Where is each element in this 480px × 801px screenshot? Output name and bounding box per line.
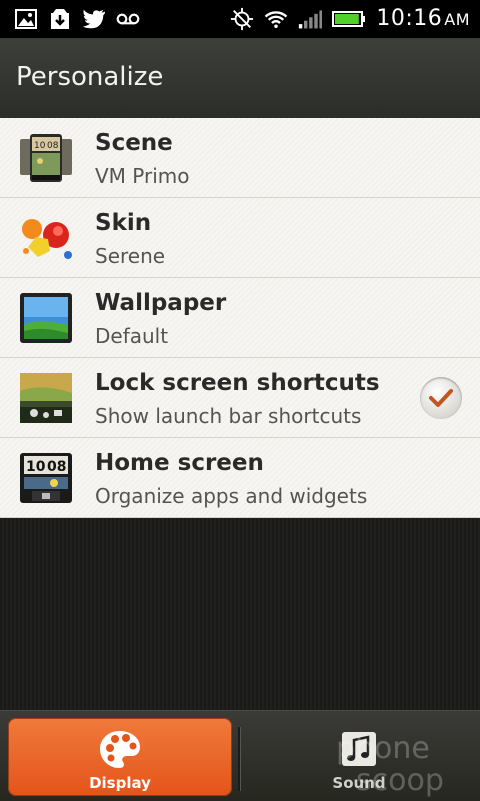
tab-label: Display <box>89 774 151 792</box>
checkbox[interactable] <box>420 377 462 419</box>
item-subtitle: Organize apps and widgets <box>95 484 368 508</box>
page-title: Personalize <box>16 62 164 92</box>
header: Personalize <box>0 38 480 119</box>
skin-icon <box>18 211 74 265</box>
empty-background <box>0 518 480 710</box>
bottom-tab-bar: Display Sound phone scoop <box>0 710 480 801</box>
settings-list: 10 08 Scene VM Primo Skin Serene Wallpap… <box>0 118 480 518</box>
wifi-icon <box>264 7 288 31</box>
tab-divider <box>238 727 241 791</box>
homescreen-icon: 10 08 <box>18 451 74 505</box>
list-item-lock-screen-shortcuts[interactable]: Lock screen shortcuts Show launch bar sh… <box>0 358 480 438</box>
list-item-home-screen[interactable]: 10 08 Home screen Organize apps and widg… <box>0 438 480 518</box>
svg-text:10: 10 <box>26 459 46 475</box>
download-icon <box>48 7 72 31</box>
list-item-scene[interactable]: 10 08 Scene VM Primo <box>0 118 480 198</box>
signal-icon <box>298 7 323 31</box>
svg-text:10: 10 <box>34 141 46 151</box>
gallery-icon <box>14 7 38 31</box>
item-title: Wallpaper <box>95 290 227 316</box>
svg-text:phone: phone <box>336 731 430 766</box>
item-title: Lock screen shortcuts <box>95 370 380 396</box>
battery-icon <box>332 7 366 31</box>
watermark-logo: phone scoop <box>336 731 444 798</box>
clock: 10:16 AM <box>376 6 470 31</box>
lockscreen-icon <box>18 371 74 425</box>
checkmark-icon <box>429 389 453 407</box>
scene-icon: 10 08 <box>18 131 74 185</box>
svg-text:08: 08 <box>47 459 66 475</box>
voicemail-icon <box>116 7 140 31</box>
list-item-skin[interactable]: Skin Serene <box>0 198 480 278</box>
item-title: Home screen <box>95 450 264 476</box>
tab-display[interactable]: Display <box>8 718 232 796</box>
item-title: Scene <box>95 130 173 156</box>
item-subtitle: Show launch bar shortcuts <box>95 404 362 428</box>
svg-text:scoop: scoop <box>356 763 444 798</box>
item-title: Skin <box>95 210 152 236</box>
item-subtitle: VM Primo <box>95 164 190 188</box>
tab-sound[interactable]: Sound phone scoop <box>244 718 474 798</box>
svg-text:08: 08 <box>47 141 59 151</box>
item-subtitle: Serene <box>95 244 166 268</box>
wallpaper-icon <box>18 291 74 345</box>
item-subtitle: Default <box>95 324 169 348</box>
list-item-wallpaper[interactable]: Wallpaper Default <box>0 278 480 358</box>
palette-icon <box>97 728 143 772</box>
status-bar: 10:16 AM <box>0 0 480 38</box>
gps-icon <box>230 7 254 31</box>
twitter-icon <box>82 7 106 31</box>
